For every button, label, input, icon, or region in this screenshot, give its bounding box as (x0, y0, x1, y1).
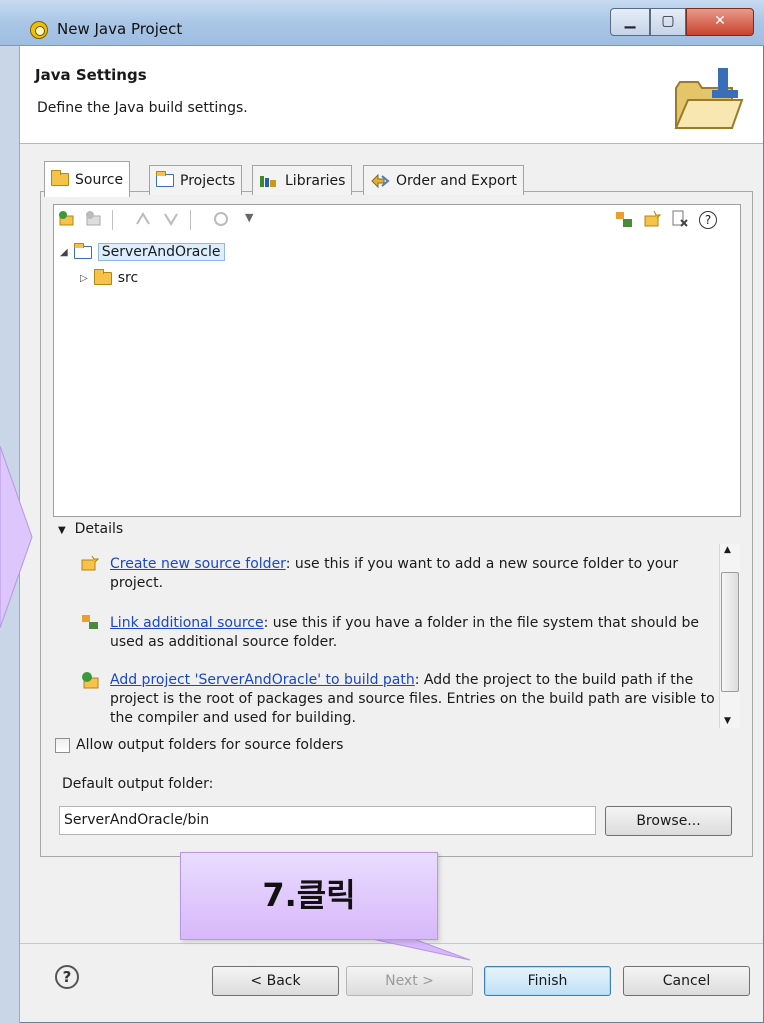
link-source-icon[interactable] (615, 210, 633, 228)
allow-output-folders-checkbox[interactable] (55, 738, 70, 753)
default-output-folder-input[interactable]: ServerAndOracle/bin (59, 806, 596, 835)
dropdown-arrow-icon[interactable]: ▼ (245, 211, 253, 224)
cancel-button[interactable]: Cancel (623, 966, 750, 996)
tab-projects-label: Projects (180, 172, 236, 189)
page-title: Java Settings (35, 66, 147, 84)
add-folder-icon[interactable] (58, 210, 76, 228)
link-additional-source-link[interactable]: Link additional source (110, 615, 264, 631)
tab-source-label: Source (75, 171, 124, 188)
detail-create-source-folder: Create new source folder: use this if yo… (110, 556, 679, 591)
java-folder-wizard-icon (674, 68, 744, 129)
remove-folder-icon[interactable] (85, 210, 103, 228)
new-source-folder-icon[interactable] (643, 210, 661, 228)
browse-button[interactable]: Browse... (605, 806, 732, 836)
order-export-icon (371, 173, 390, 188)
minimize-button[interactable]: ▁ (610, 8, 650, 36)
collapsed-triangle-icon[interactable]: ▷ (80, 273, 88, 284)
expanded-triangle-icon[interactable]: ◢ (60, 247, 68, 258)
configure-icon[interactable] (212, 210, 230, 228)
tab-order-and-export-label: Order and Export (396, 172, 517, 189)
back-button[interactable]: < Back (212, 966, 339, 996)
annotation-arrow-shape (0, 446, 33, 628)
details-expanded-icon: ▼ (58, 525, 66, 536)
scroll-up-arrow-icon[interactable]: ▲ (724, 545, 731, 555)
projects-folder-icon (156, 171, 174, 187)
detail-add-project: Add project 'ServerAndOracle' to build p… (110, 672, 715, 726)
annotation-callout-text: 7.클릭 (262, 876, 356, 914)
libraries-icon (260, 175, 276, 187)
project-name: ServerAndOracle (97, 243, 225, 261)
add-project-link[interactable]: Add project 'ServerAndOracle' to build p… (110, 672, 415, 688)
window-title: New Java Project (57, 20, 183, 38)
help-icon[interactable]: ? (699, 211, 717, 229)
wizard-header (20, 46, 763, 144)
page-description: Define the Java build settings. (37, 100, 248, 116)
tree-row-project[interactable]: ◢ ServerAndOracle (60, 242, 225, 261)
allow-output-folders-label: Allow output folders for source folders (76, 737, 344, 753)
create-source-folder-link[interactable]: Create new source folder (110, 556, 286, 572)
toolbar-separator (190, 210, 191, 230)
close-button[interactable]: ✕ (686, 8, 754, 36)
help-icon[interactable]: ? (55, 965, 79, 989)
move-down-icon[interactable] (162, 210, 180, 228)
tab-projects[interactable]: Projects (149, 165, 243, 195)
link-source-icon (82, 615, 98, 629)
new-source-folder-icon (81, 555, 99, 571)
tab-libraries[interactable]: Libraries (252, 165, 353, 195)
eclipse-app-icon (30, 21, 48, 39)
project-folder-icon (73, 242, 92, 259)
tab-order-and-export[interactable]: Order and Export (363, 165, 524, 195)
minimize-icon: ▁ (624, 13, 636, 29)
source-folder-icon (93, 268, 112, 285)
detail-link-source: Link additional source: use this if you … (110, 615, 700, 650)
tab-source[interactable]: Source (44, 161, 131, 197)
filter-icon[interactable] (671, 210, 689, 228)
add-project-icon (82, 672, 99, 689)
close-icon: ✕ (714, 13, 726, 29)
finish-button[interactable]: Finish (484, 966, 611, 996)
toolbar-separator (112, 210, 113, 230)
next-button[interactable]: Next > (346, 966, 473, 996)
source-folder-name: src (117, 270, 139, 286)
maximize-icon: ▢ (661, 13, 675, 29)
maximize-button[interactable]: ▢ (650, 8, 686, 36)
scrollbar-thumb[interactable] (721, 572, 739, 692)
source-folder-icon (51, 170, 69, 186)
default-output-folder-label: Default output folder: (62, 776, 214, 792)
details-toggle[interactable]: ▼ Details (58, 521, 123, 537)
tab-libraries-label: Libraries (285, 172, 346, 189)
scroll-down-arrow-icon[interactable]: ▼ (724, 716, 731, 726)
move-up-icon[interactable] (134, 210, 152, 228)
tree-row-src[interactable]: ▷ src (80, 268, 139, 286)
